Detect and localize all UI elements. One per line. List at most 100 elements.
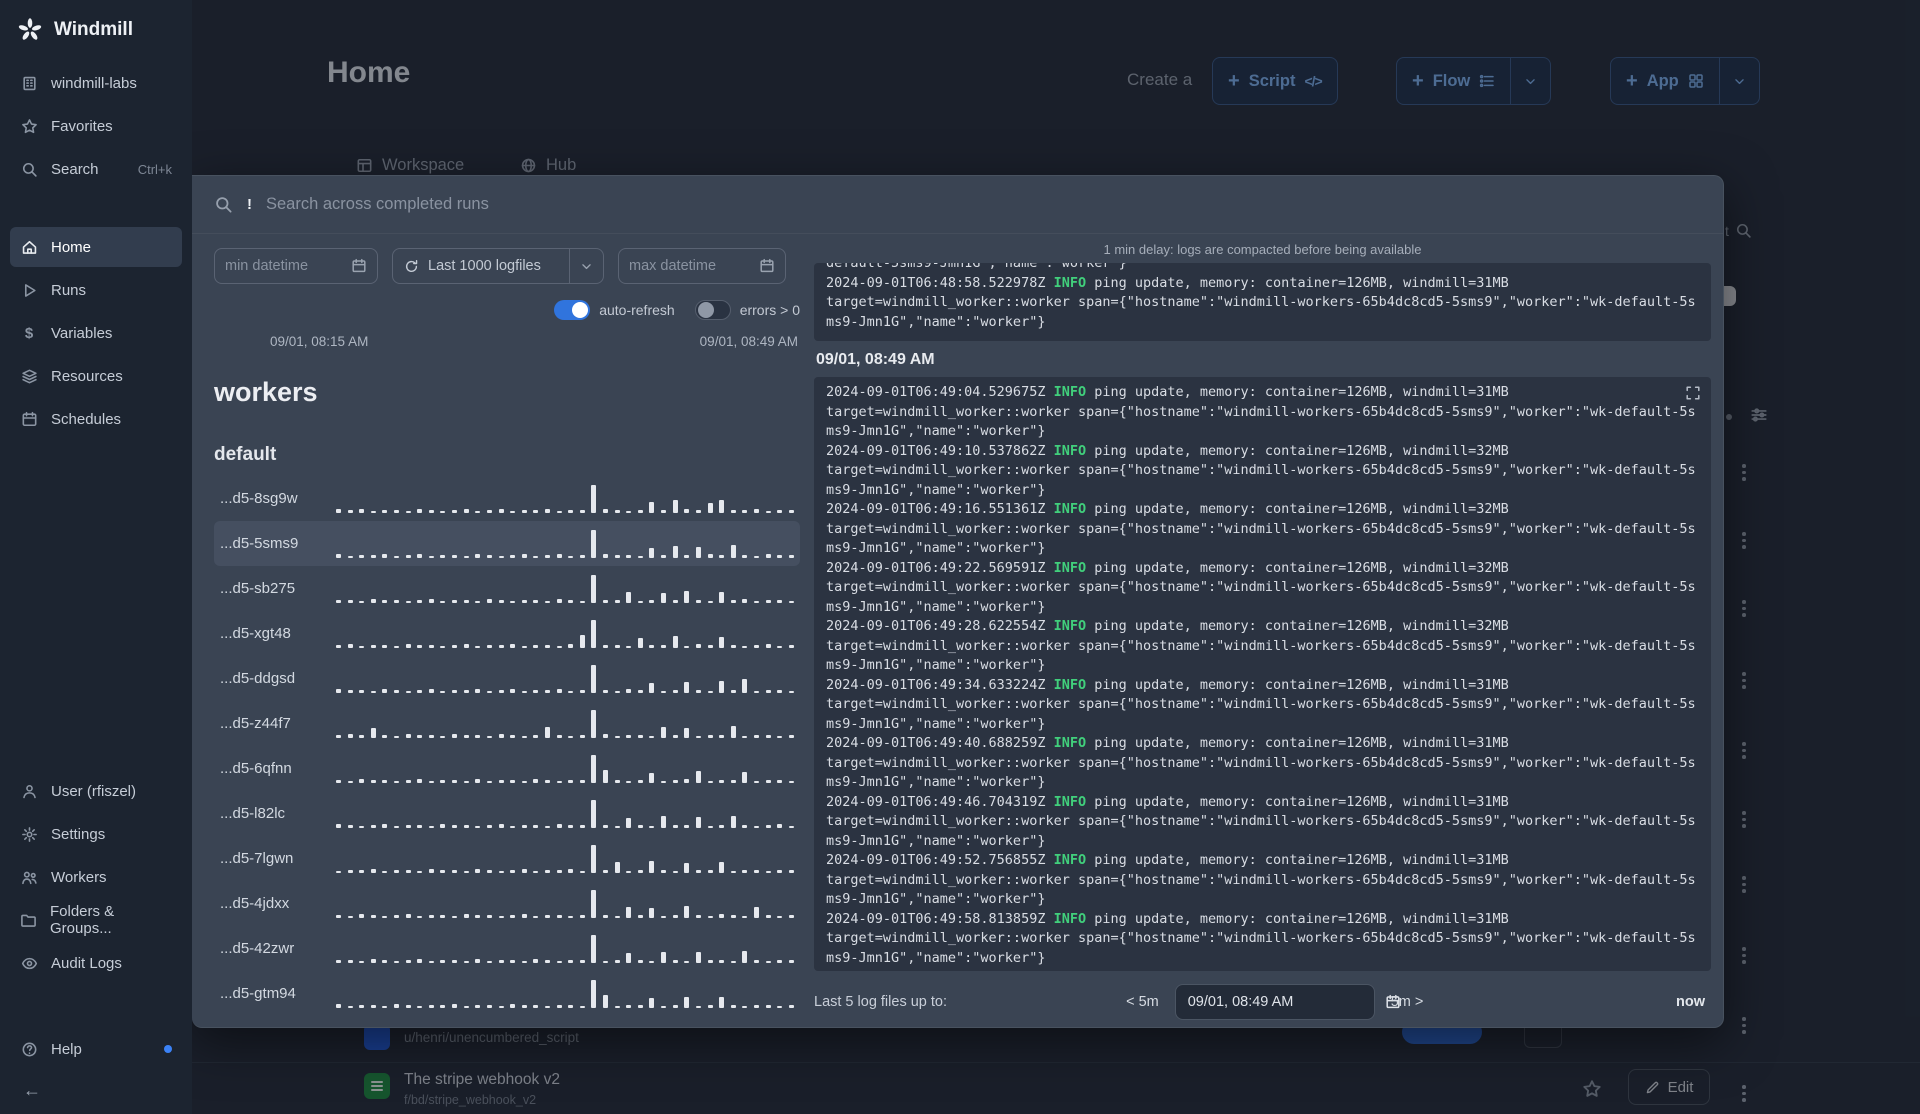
log-viewer: 2024-09-01T06:49:04.529675Z INFO ping up… [814,377,1711,971]
worker-row[interactable]: ...d5-z44f7 [214,701,800,746]
sidebar-item-search[interactable]: Search Ctrl+k [10,149,182,189]
worker-row[interactable]: ...d5-8sg9w [214,476,800,521]
worker-name: ...d5-gtm94 [220,985,296,1002]
sidebar-item-audit-logs[interactable]: Audit Logs [10,943,182,983]
toggle-off [694,300,731,320]
log-entry-meta: target=windmill_worker::worker span={"ho… [826,813,1696,849]
worker-row[interactable]: ...d5-42zwr [214,926,800,971]
errors-toggle[interactable]: errors > 0 [694,300,800,320]
worker-activity-sparkline [328,754,794,783]
worker-row[interactable]: ...d5-6qfnn [214,746,800,791]
sidebar-item-resources[interactable]: Resources [10,356,182,396]
sidebar-item-settings[interactable]: Settings [10,814,182,854]
worker-activity-sparkline [328,529,794,558]
partial-log-line: default-5sms9-Jmn1G","name":"worker"} [826,263,1127,271]
app-title: Windmill [54,19,133,40]
workspace-icon [20,75,38,92]
max-datetime-input[interactable] [629,258,751,274]
worker-row[interactable]: ...d5-ddgsd [214,656,800,701]
delay-notice: 1 min delay: logs are compacted before b… [1103,242,1422,257]
collapse-sidebar-button[interactable]: ← [16,1074,48,1106]
worker-name: ...d5-5sms9 [220,535,299,552]
log-entry: 2024-09-01T06:49:10.537862Z INFO ping up… [826,442,1699,501]
previous-log-chunk: default-5sms9-Jmn1G","name":"worker"} 20… [814,263,1711,341]
search-input[interactable] [266,195,1701,214]
worker-activity-sparkline [328,709,794,738]
layers-icon [20,368,38,385]
worker-name: ...d5-42zwr [220,940,295,957]
chevron-down-icon [579,259,594,274]
workspace-selector[interactable]: windmill-labs [10,63,182,103]
worker-name: ...d5-xgt48 [220,625,291,642]
help-icon [20,1041,38,1058]
worker-name: ...d5-7lgwn [220,850,294,867]
worker-row[interactable]: ...d5-gtm94 [214,971,800,1016]
log-entry-meta: target=windmill_worker::worker span={"ho… [826,871,1696,908]
sidebar-item-variables[interactable]: $ Variables [10,313,182,353]
sidebar: Windmill windmill-labs Favorites Search … [0,0,192,1114]
home-icon [20,239,38,256]
sidebar-item-home[interactable]: Home [10,227,182,267]
sidebar-item-folders-groups[interactable]: Folders & Groups... [10,900,182,940]
worker-activity-sparkline [328,484,794,513]
runs-search-bar: ! [192,176,1723,234]
logfiles-dropdown-button[interactable] [569,249,603,283]
log-entry: 2024-09-01T06:49:04.529675Z INFO ping up… [826,383,1699,442]
log-entry-meta: target=windmill_worker::worker span={"ho… [826,637,1696,674]
previous-5m-button[interactable]: < 5m [1126,994,1159,1010]
search-icon [214,195,233,214]
min-datetime-input[interactable] [225,258,343,274]
workspace-name: windmill-labs [51,74,137,92]
windmill-logo-icon [17,17,43,43]
max-datetime-field [618,248,786,284]
worker-name: ...d5-8sg9w [220,490,298,507]
log-entry-meta: target=windmill_worker::worker span={"ho… [826,294,1696,330]
worker-name: ...d5-z44f7 [220,715,291,732]
sidebar-item-schedules[interactable]: Schedules [10,399,182,439]
sidebar-item-help[interactable]: Help [10,1029,182,1069]
refresh-icon [404,259,419,274]
worker-row[interactable]: ...d5-5sms9 [214,521,800,566]
logs-panel: 1 min delay: logs are compacted before b… [800,234,1723,1027]
calendar-icon [20,411,38,428]
worker-row[interactable]: ...d5-4jdxx [214,881,800,926]
calendar-icon[interactable] [759,258,775,274]
worker-activity-sparkline [328,619,794,648]
log-datetime-input[interactable] [1187,994,1375,1010]
folder-icon [20,912,37,929]
worker-name: ...d5-l82lc [220,805,286,822]
search-shortcut: Ctrl+k [137,161,172,177]
sidebar-item-workers[interactable]: Workers [10,857,182,897]
auto-refresh-toggle[interactable]: auto-refresh [554,300,675,320]
log-entry-meta: target=windmill_worker::worker span={"ho… [826,754,1696,791]
notification-dot [164,1045,172,1053]
next-5m-button[interactable]: 5m > [1391,994,1424,1010]
worker-row[interactable]: ...d5-xgt48 [214,611,800,656]
logfiles-select[interactable]: Last 1000 logfiles [392,248,604,284]
sidebar-item-runs[interactable]: Runs [10,270,182,310]
log-entry-meta: target=windmill_worker::worker span={"ho… [826,520,1696,557]
sidebar-item-favorites[interactable]: Favorites [10,106,182,146]
log-section-time: 09/01, 08:49 AM [816,351,935,368]
log-entry: 2024-09-01T06:49:16.551361Z INFO ping up… [826,500,1699,559]
now-button[interactable]: now [1676,994,1705,1010]
workers-logs-modal: ! Last 1000 logfiles [192,175,1724,1028]
log-entry-meta: target=windmill_worker::worker span={"ho… [826,579,1696,615]
log-entry: 2024-09-01T06:49:46.704319Z INFO ping up… [826,793,1699,852]
log-entry-meta: target=windmill_worker::worker span={"ho… [826,930,1696,966]
log-datetime-field [1174,984,1375,1020]
worker-activity-sparkline [328,889,794,918]
star-icon [20,118,38,135]
worker-activity-sparkline [328,979,794,1008]
worker-row[interactable]: ...d5-sb275 [214,566,800,611]
log-entry: 2024-09-01T06:49:34.633224Z INFO ping up… [826,676,1699,735]
calendar-icon[interactable] [351,258,367,274]
worker-row[interactable]: ...d5-7lgwn [214,836,800,881]
log-entry: 2024-09-01T06:49:28.622554Z INFO ping up… [826,617,1699,676]
expand-icon[interactable] [1685,385,1701,408]
worker-row[interactable]: ...d5-l82lc [214,791,800,836]
sidebar-item-user[interactable]: User (rfiszel) [10,771,182,811]
app-logo: Windmill [0,0,192,60]
worker-name: ...d5-6qfnn [220,760,292,777]
worker-activity-sparkline [328,574,794,603]
